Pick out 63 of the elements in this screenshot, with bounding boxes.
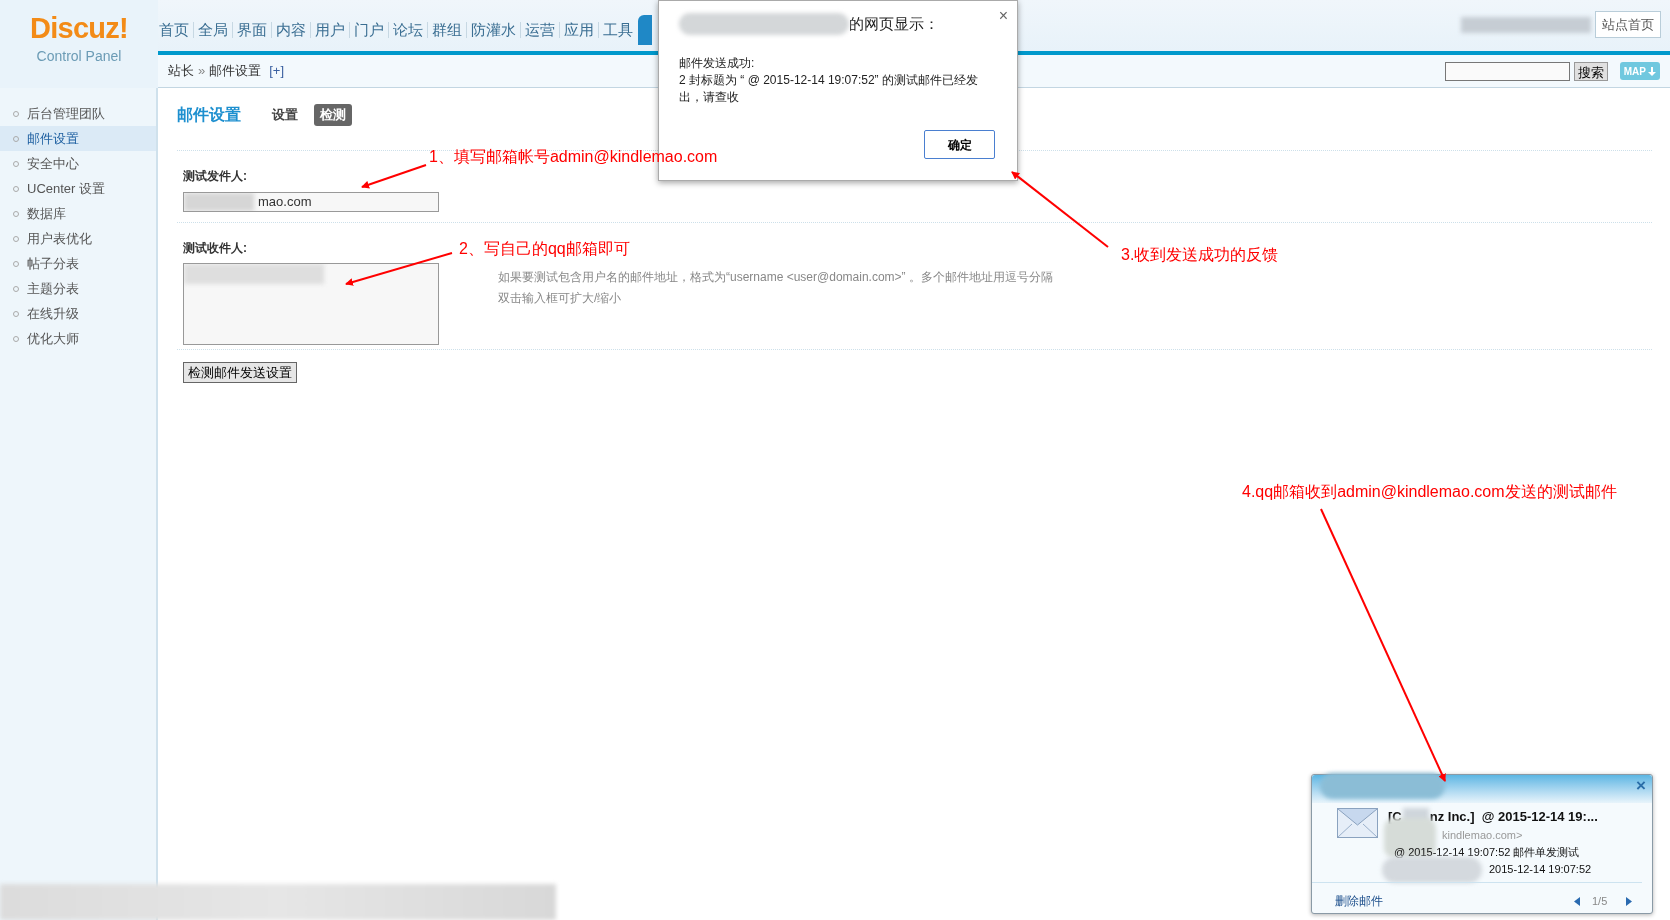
close-button[interactable]: × <box>998 4 1008 28</box>
nav-tab[interactable]: 首页 <box>158 18 190 42</box>
blurred-region <box>184 193 254 211</box>
envelope-icon <box>1337 808 1378 838</box>
tab[interactable]: 检测 <box>314 104 352 126</box>
submit-button[interactable]: 检测邮件发送设置 <box>183 362 297 383</box>
sidebar-item[interactable]: 帖子分表 <box>0 251 156 276</box>
page-title: 邮件设置 <box>177 105 241 125</box>
delete-mail-link[interactable]: 删除邮件 <box>1335 892 1383 910</box>
sidebar-item[interactable]: 用户表优化 <box>0 226 156 251</box>
dialog-message: 2 封标题为 “ @ 2015-12-14 19:07:52” 的测试邮件已经发出，请查收 <box>679 72 979 106</box>
field-label: 测试发件人: <box>183 169 247 183</box>
search-button[interactable]: 搜索 <box>1573 61 1608 81</box>
sidebar-item[interactable]: 安全中心 <box>0 151 156 176</box>
email-sender: kindlemao.com> <box>1442 828 1523 843</box>
arrow <box>361 164 427 189</box>
nav-tab[interactable]: 论坛 <box>392 18 424 42</box>
hint-text: 双击输入框可扩大/缩小 <box>498 290 623 307</box>
search-field[interactable] <box>1444 61 1570 81</box>
annotation-text: 1、填写邮箱帐号admin@kindlemao.com <box>429 147 718 167</box>
field-label: 测试收件人: <box>183 241 247 255</box>
nav-tab[interactable]: 内容 <box>275 18 307 42</box>
nav-tab[interactable]: 工具 <box>602 18 634 42</box>
sender-input-field[interactable]: mao.com <box>183 192 439 212</box>
sidebar-item[interactable]: 在线升级 <box>0 301 156 326</box>
sidebar-item[interactable]: 优化大师 <box>0 326 156 351</box>
sidebar-item[interactable]: 主题分表 <box>0 276 156 301</box>
dialog-message: 邮件发送成功: <box>679 55 756 72</box>
email-time: 2015-12-14 19:07:52 <box>1489 862 1592 877</box>
nav-tab[interactable]: 应用 <box>563 18 595 42</box>
logo-subtitle: Control Panel <box>36 47 122 66</box>
tab[interactable]: 设置 <box>266 104 304 126</box>
nav-tab[interactable]: 用户 <box>314 18 346 42</box>
email-subject: nz Inc.] @ 2015-12-14 19:... <box>1429 808 1598 826</box>
nav-tab[interactable]: 运营 <box>524 18 556 42</box>
recipient-textarea[interactable] <box>183 263 439 345</box>
previous-icon[interactable] <box>1574 897 1580 906</box>
page-counter: 1/5 <box>1592 894 1608 909</box>
down-arrow-icon <box>1648 66 1656 76</box>
annotation-text: 3.收到发送成功的反馈 <box>1121 245 1279 265</box>
nav-tab[interactable]: 防灌水 <box>470 18 517 42</box>
hint-text: 如果要测试包含用户名的邮件地址，格式为“username <user@domain.com>” 。多个邮件地址用逗号分隔 <box>498 269 1053 286</box>
nav-tab[interactable]: 门户 <box>353 18 385 42</box>
email-preview: @ 2015-12-14 19:07:52 邮件单发测试 <box>1394 845 1580 860</box>
breadcrumb-separator: » <box>198 62 206 81</box>
breadcrumb-link[interactable]: 邮件设置 <box>209 61 262 81</box>
nav-tab[interactable]: 群组 <box>431 18 463 42</box>
add-shortcut-link[interactable]: [+] <box>269 61 285 81</box>
dialog-title: 的网页显示： <box>849 13 939 34</box>
sidebar-item[interactable]: 邮件设置 <box>0 126 156 151</box>
nav-tab[interactable]: 全局 <box>197 18 229 42</box>
sidebar-item[interactable]: 数据库 <box>0 201 156 226</box>
sidebar-item[interactable]: 后台管理团队 <box>0 101 156 126</box>
logo-text: Discuz! <box>29 14 129 43</box>
annotation-text: 2、写自己的qq邮箱即可 <box>459 239 630 259</box>
nav-tab[interactable]: 界面 <box>236 18 268 42</box>
annotation-text: 4.qq邮箱收到admin@kindlemao.com发送的测试邮件 <box>1242 482 1617 502</box>
email-subject-prefix: [C <box>1388 808 1402 826</box>
sidebar-item[interactable]: UCenter 设置 <box>0 176 156 201</box>
site-home-button[interactable]: 站点首页 <box>1595 11 1661 38</box>
breadcrumb-link[interactable]: 站长 <box>168 61 194 81</box>
next-icon[interactable] <box>1626 897 1632 906</box>
ok-button[interactable]: 确定 <box>924 130 995 159</box>
